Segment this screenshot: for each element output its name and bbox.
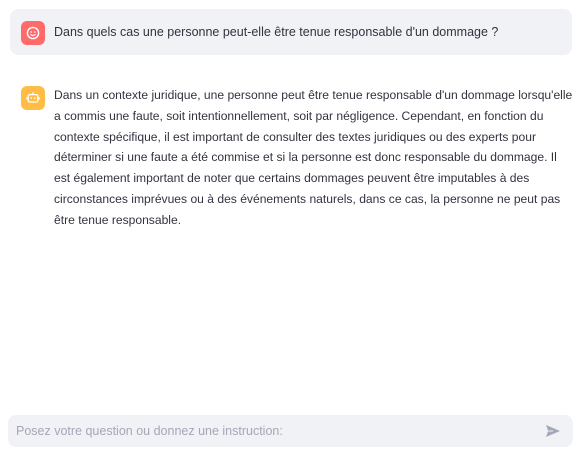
user-message-text: Dans quels cas une personne peut-elle êt…	[54, 25, 499, 39]
user-face-icon	[26, 26, 40, 40]
assistant-message: Dans un contexte juridique, une personne…	[10, 80, 572, 230]
chat-input-container	[8, 415, 573, 447]
chat-input[interactable]	[8, 415, 528, 447]
user-message: Dans quels cas une personne peut-elle êt…	[10, 9, 572, 55]
robot-icon	[26, 92, 40, 103]
send-icon	[546, 425, 560, 437]
assistant-avatar	[21, 86, 45, 110]
send-button[interactable]	[543, 422, 563, 440]
user-avatar	[21, 21, 45, 45]
assistant-message-text: Dans un contexte juridique, une personne…	[54, 88, 573, 227]
